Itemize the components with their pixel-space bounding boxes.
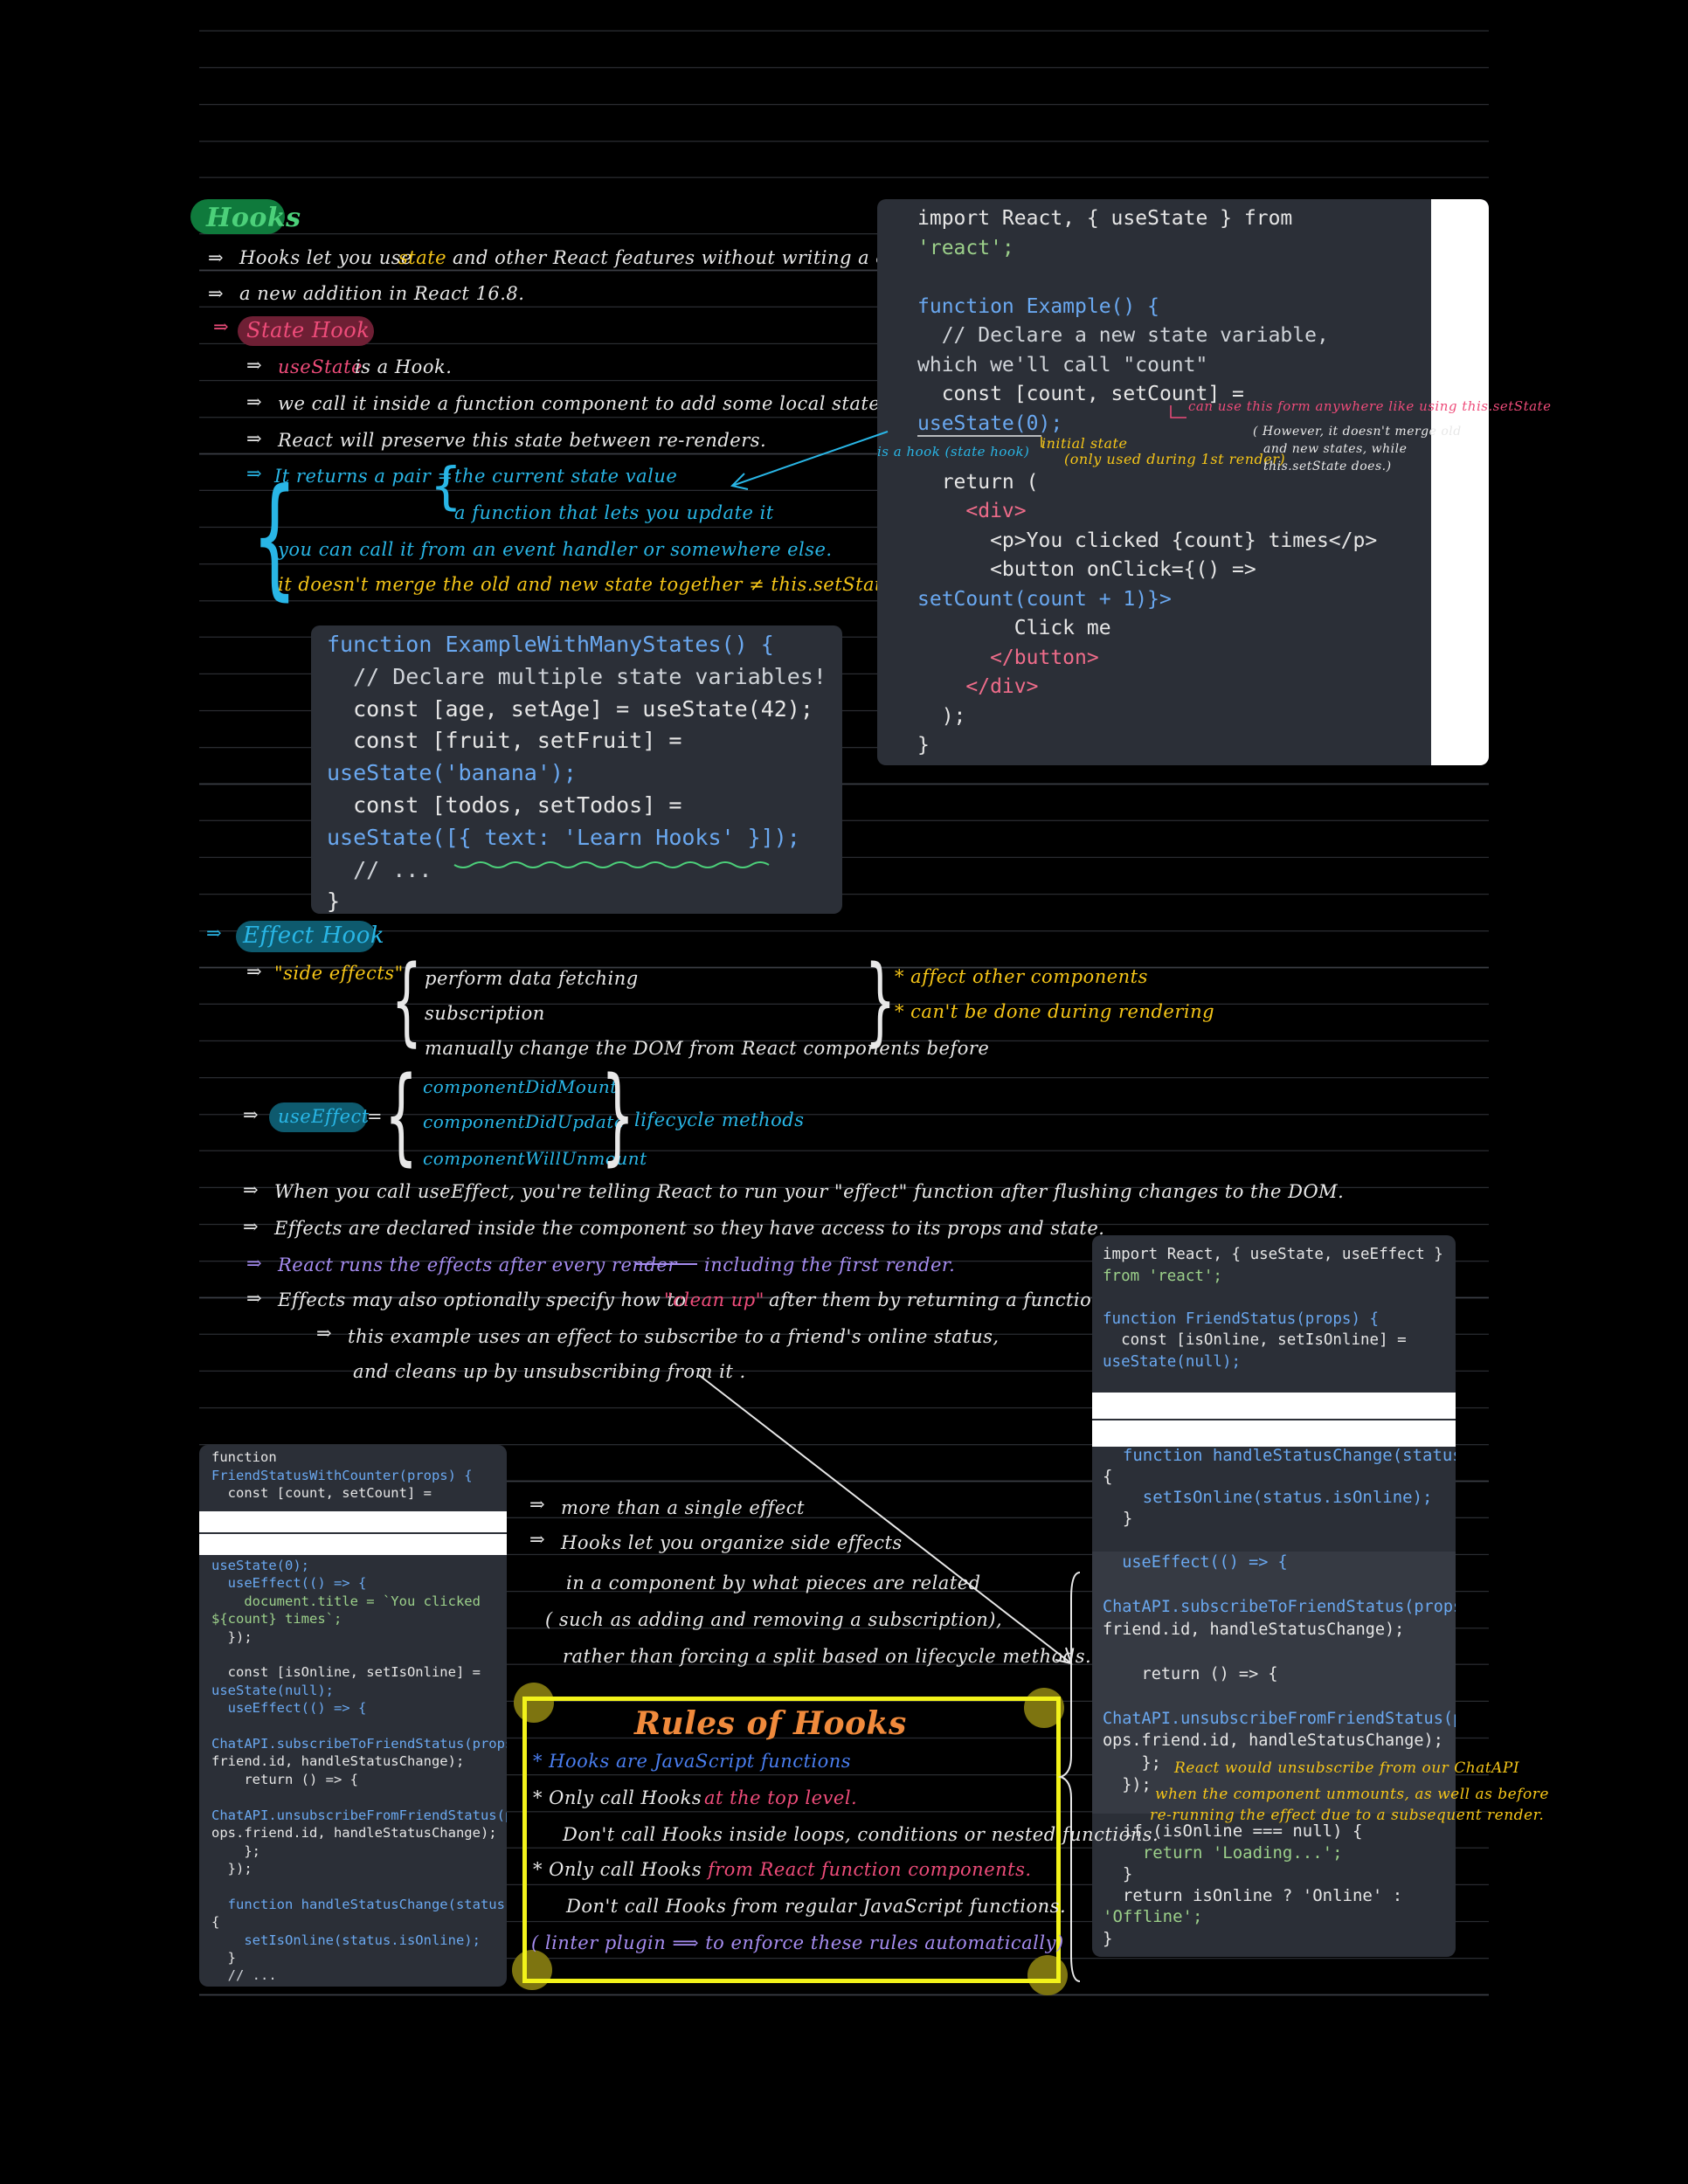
note-page: Hooks ⇒ Hooks let you use state and othe… bbox=[0, 0, 1688, 2184]
annotation-lines bbox=[453, 405, 1186, 1982]
effect-brace bbox=[1057, 1572, 1081, 1982]
squiggle-underline bbox=[453, 861, 770, 868]
arrow-line bbox=[698, 1374, 1072, 1664]
annotation-hook bbox=[1170, 405, 1186, 418]
arrow-line bbox=[731, 431, 889, 487]
